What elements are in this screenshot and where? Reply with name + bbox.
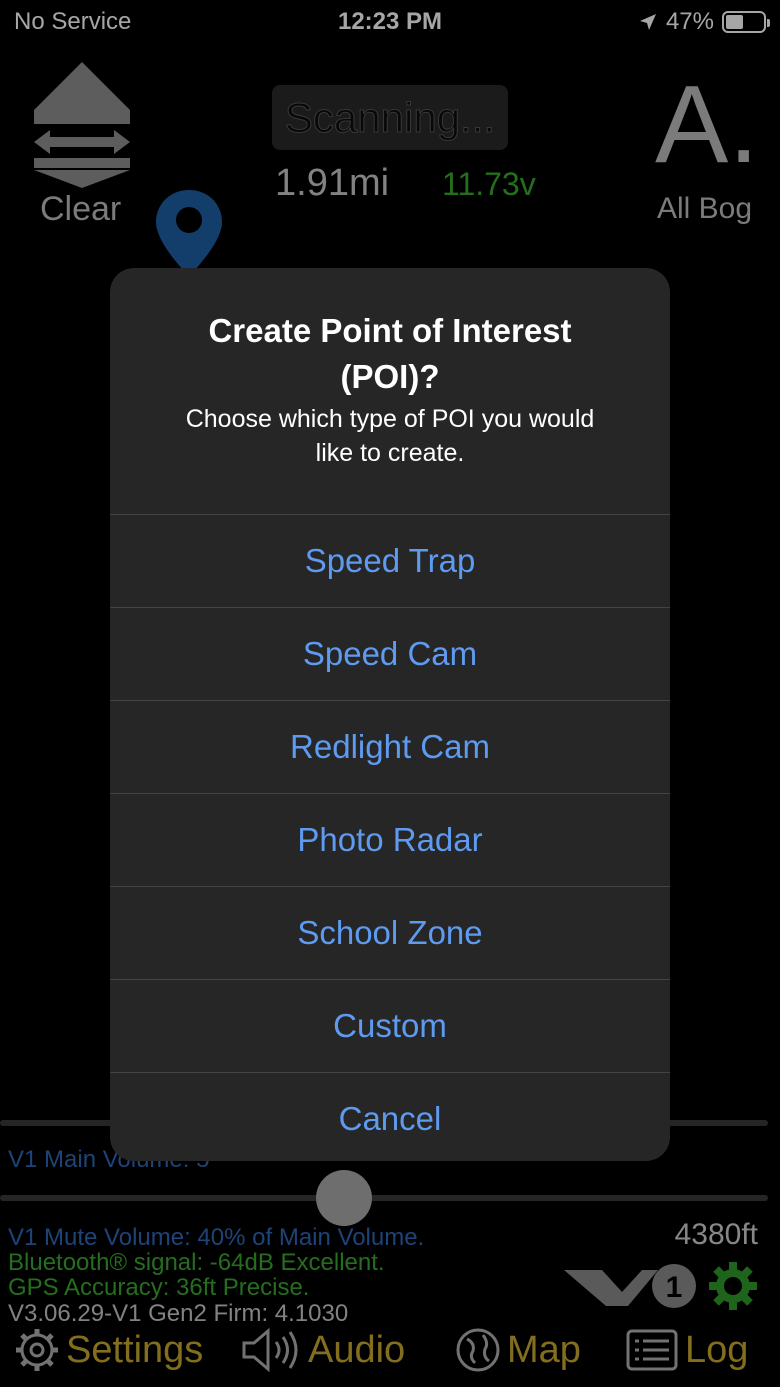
cancel-button[interactable]: Cancel — [110, 1072, 670, 1161]
school-zone-button[interactable]: School Zone — [110, 886, 670, 979]
speed-trap-button[interactable]: Speed Trap — [110, 514, 670, 607]
dialog-title: Create Point of Interest (POI)? — [150, 308, 630, 400]
redlight-cam-button[interactable]: Redlight Cam — [110, 700, 670, 793]
poi-dialog: Create Point of Interest (POI)? Choose w… — [110, 268, 670, 1161]
photo-radar-button[interactable]: Photo Radar — [110, 793, 670, 886]
dialog-title-line1: Create Point of Interest — [208, 312, 572, 349]
dialog-message: Choose which type of POI you would like … — [150, 402, 630, 470]
speed-cam-button[interactable]: Speed Cam — [110, 607, 670, 700]
dialog-actions: Speed Trap Speed Cam Redlight Cam Photo … — [110, 514, 670, 1161]
dialog-message-line1: Choose which type of POI you would — [185, 405, 595, 433]
dialog-title-line2: (POI)? — [340, 358, 440, 395]
dialog-message-line2: like to create. — [315, 439, 465, 467]
custom-button[interactable]: Custom — [110, 979, 670, 1072]
